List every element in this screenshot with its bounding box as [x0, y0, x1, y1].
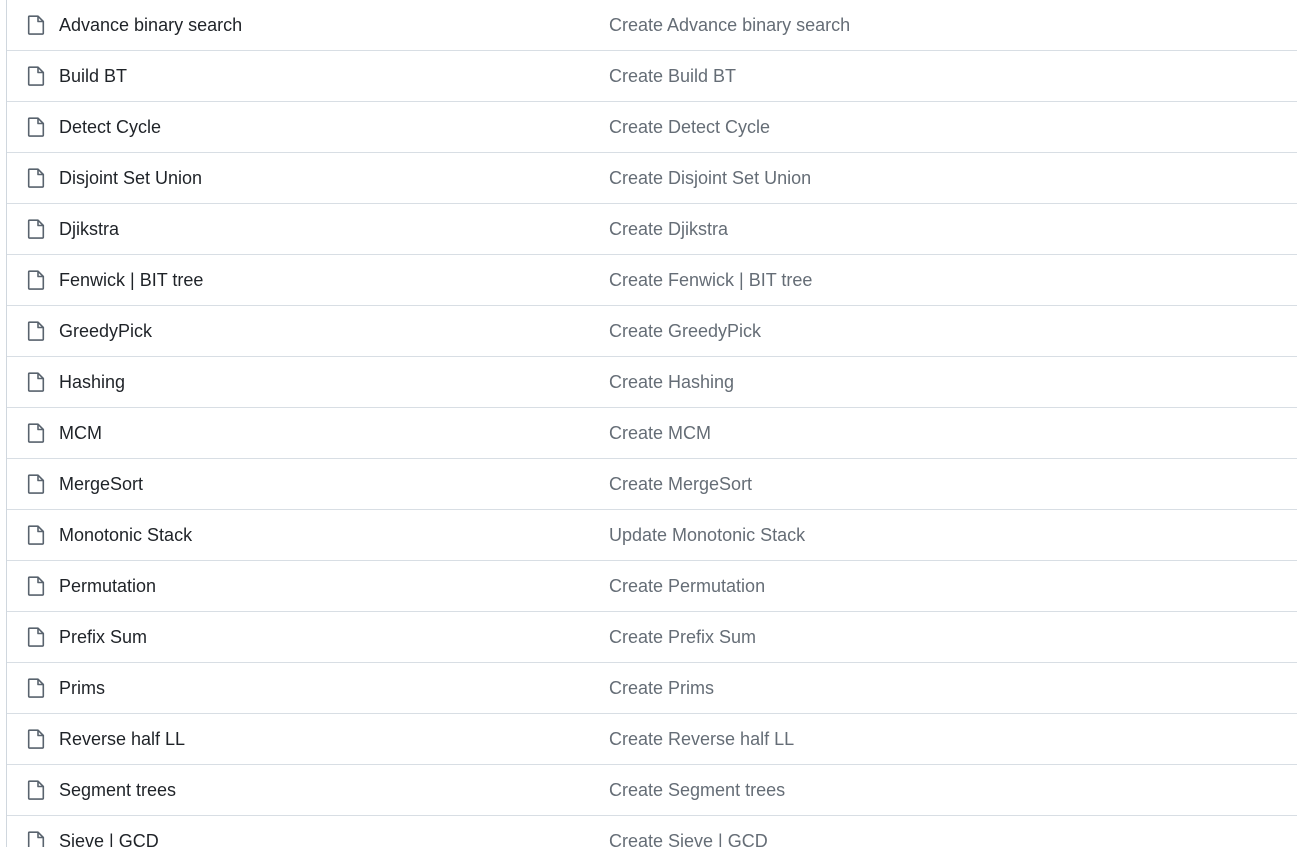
- commit-message-link[interactable]: Create Djikstra: [609, 204, 728, 254]
- file-icon: [27, 831, 45, 847]
- commit-message-link[interactable]: Create Detect Cycle: [609, 102, 770, 152]
- file-list: Advance binary search Create Advance bina…: [0, 0, 1297, 847]
- file-row[interactable]: Segment trees Create Segment trees: [7, 765, 1297, 816]
- commit-message-link[interactable]: Create MCM: [609, 408, 711, 458]
- commit-message-link[interactable]: Create Reverse half LL: [609, 714, 794, 764]
- file-name-link[interactable]: MergeSort: [59, 459, 143, 509]
- commit-message-link[interactable]: Create MergeSort: [609, 459, 752, 509]
- file-name-link[interactable]: Build BT: [59, 51, 127, 101]
- file-name-link[interactable]: Disjoint Set Union: [59, 153, 202, 203]
- file-icon: [27, 168, 45, 188]
- file-name-link[interactable]: Segment trees: [59, 765, 176, 815]
- file-icon: [27, 525, 45, 545]
- file-name-link[interactable]: GreedyPick: [59, 306, 152, 356]
- file-icon: [27, 576, 45, 596]
- file-name-link[interactable]: Prefix Sum: [59, 612, 147, 662]
- file-name-link[interactable]: Hashing: [59, 357, 125, 407]
- file-row[interactable]: Build BT Create Build BT: [7, 51, 1297, 102]
- commit-message-link[interactable]: Create Advance binary search: [609, 0, 850, 50]
- file-name-link[interactable]: Reverse half LL: [59, 714, 185, 764]
- file-row[interactable]: Djikstra Create Djikstra: [7, 204, 1297, 255]
- file-row[interactable]: GreedyPick Create GreedyPick: [7, 306, 1297, 357]
- file-name-link[interactable]: Detect Cycle: [59, 102, 161, 152]
- file-name-link[interactable]: Permutation: [59, 561, 156, 611]
- file-row[interactable]: MCM Create MCM: [7, 408, 1297, 459]
- file-row[interactable]: MergeSort Create MergeSort: [7, 459, 1297, 510]
- commit-message-link[interactable]: Create Prims: [609, 663, 714, 713]
- commit-message-link[interactable]: Create Permutation: [609, 561, 765, 611]
- commit-message-link[interactable]: Create Sieve | GCD: [609, 816, 768, 847]
- file-rows: Advance binary search Create Advance bina…: [7, 0, 1297, 847]
- commit-message-link[interactable]: Create Fenwick | BIT tree: [609, 255, 812, 305]
- file-icon: [27, 627, 45, 647]
- file-row[interactable]: Advance binary search Create Advance bina…: [7, 0, 1297, 51]
- commit-message-link[interactable]: Create Build BT: [609, 51, 736, 101]
- file-name-link[interactable]: Advance binary search: [59, 0, 242, 50]
- file-icon: [27, 729, 45, 749]
- file-icon: [27, 15, 45, 35]
- file-icon: [27, 270, 45, 290]
- commit-message-link[interactable]: Create GreedyPick: [609, 306, 761, 356]
- commit-message-link[interactable]: Create Prefix Sum: [609, 612, 756, 662]
- file-name-link[interactable]: Fenwick | BIT tree: [59, 255, 203, 305]
- file-row[interactable]: Prims Create Prims: [7, 663, 1297, 714]
- file-name-link[interactable]: Monotonic Stack: [59, 510, 192, 560]
- file-icon: [27, 423, 45, 443]
- file-name-link[interactable]: MCM: [59, 408, 102, 458]
- file-name-link[interactable]: Prims: [59, 663, 105, 713]
- file-row[interactable]: Hashing Create Hashing: [7, 357, 1297, 408]
- file-row[interactable]: Disjoint Set Union Create Disjoint Set Un…: [7, 153, 1297, 204]
- file-icon: [27, 474, 45, 494]
- commit-message-link[interactable]: Create Disjoint Set Union: [609, 153, 811, 203]
- file-icon: [27, 321, 45, 341]
- file-row[interactable]: Monotonic Stack Update Monotonic Stack: [7, 510, 1297, 561]
- file-icon: [27, 678, 45, 698]
- commit-message-link[interactable]: Create Segment trees: [609, 765, 785, 815]
- commit-message-link[interactable]: Update Monotonic Stack: [609, 510, 805, 560]
- file-row[interactable]: Detect Cycle Create Detect Cycle: [7, 102, 1297, 153]
- file-icon: [27, 66, 45, 86]
- file-row[interactable]: Permutation Create Permutation: [7, 561, 1297, 612]
- file-name-link[interactable]: Djikstra: [59, 204, 119, 254]
- commit-message-link[interactable]: Create Hashing: [609, 357, 734, 407]
- file-row[interactable]: Fenwick | BIT tree Create Fenwick | BIT t…: [7, 255, 1297, 306]
- file-icon: [27, 117, 45, 137]
- file-row[interactable]: Sieve | GCD Create Sieve | GCD: [7, 816, 1297, 847]
- file-icon: [27, 219, 45, 239]
- file-name-link[interactable]: Sieve | GCD: [59, 816, 159, 847]
- file-icon: [27, 372, 45, 392]
- file-row[interactable]: Reverse half LL Create Reverse half LL: [7, 714, 1297, 765]
- file-icon: [27, 780, 45, 800]
- file-row[interactable]: Prefix Sum Create Prefix Sum: [7, 612, 1297, 663]
